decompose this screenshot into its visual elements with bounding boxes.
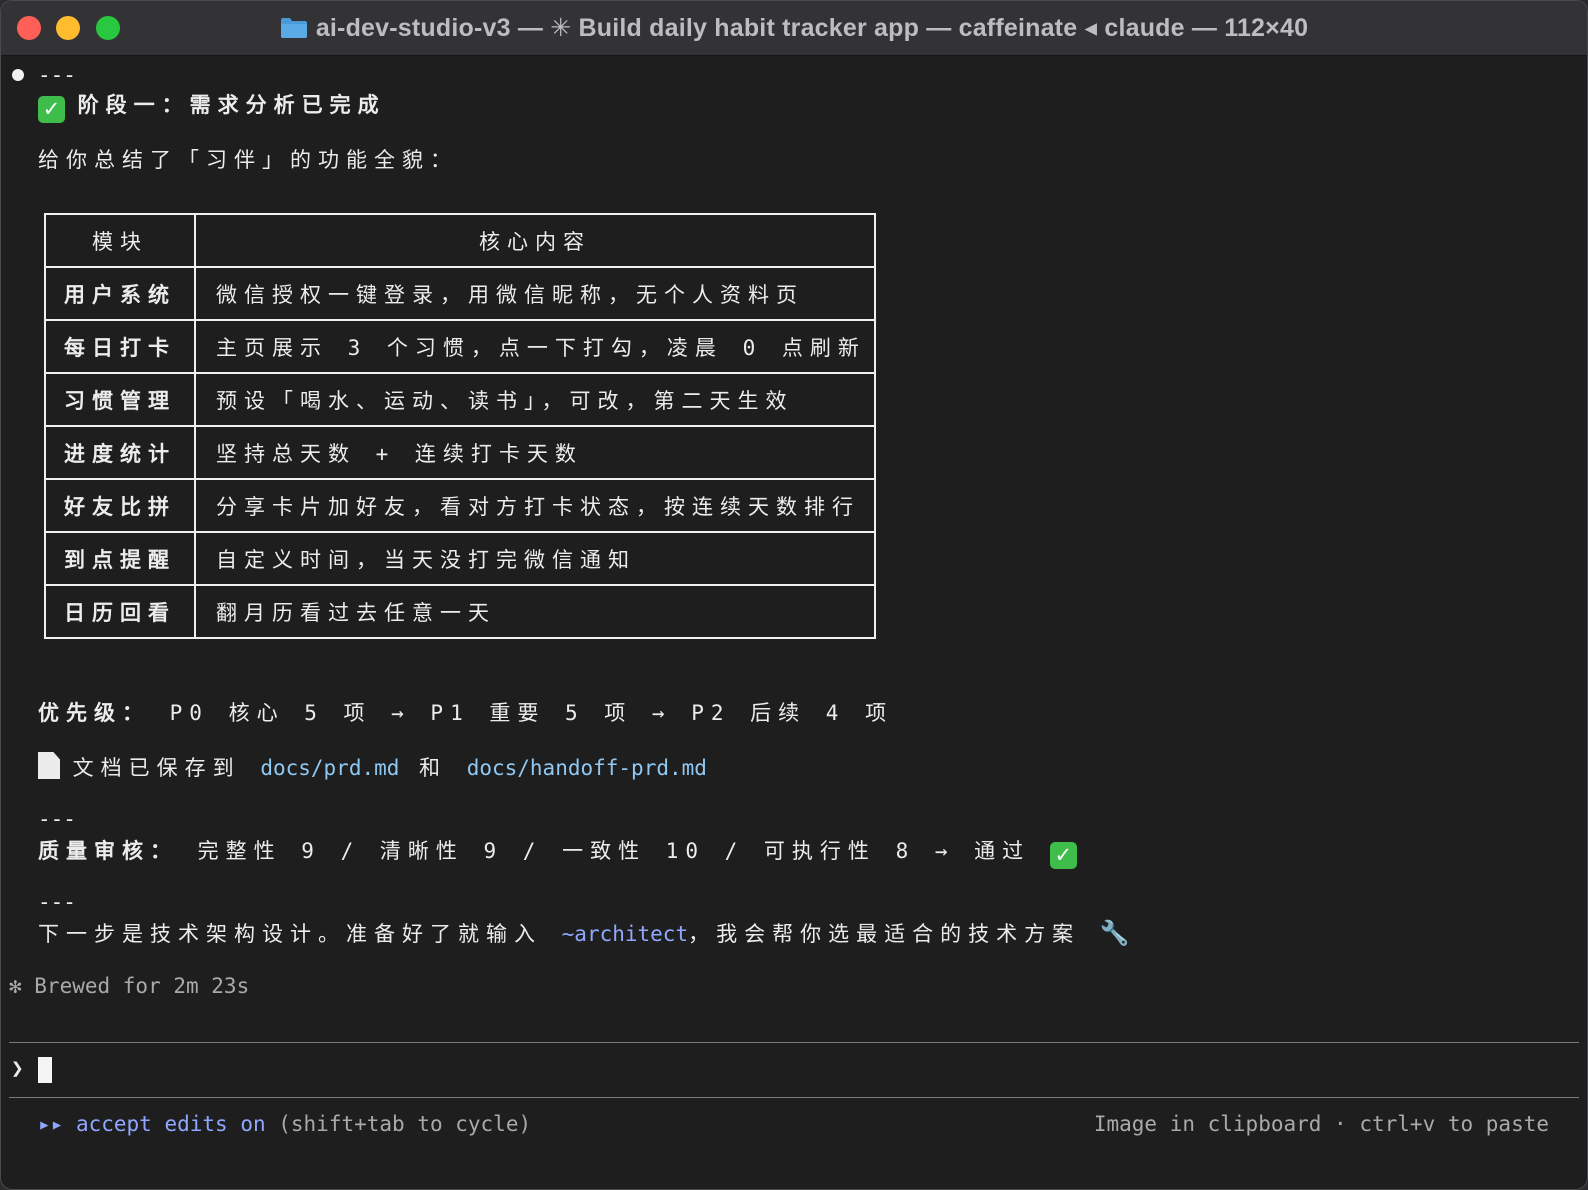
table-row: 用户系统 微信授权一键登录，用微信昵称，无个人资料页 [44, 266, 876, 321]
table-row: 好友比拼 分享卡片加好友，看对方打卡状态，按连续天数排行 [44, 478, 876, 533]
docs-prefix: 文档已保存到 [72, 756, 261, 780]
terminal-content: --- ✓ 阶段一：需求分析已完成 给你总结了「习伴」的功能全貌： 模块 核心内… [1, 56, 1587, 1189]
clipboard-hint: Image in clipboard · ctrl+v to paste [1093, 1112, 1549, 1136]
horizontal-rule: --- [38, 63, 76, 87]
mode-hint: (shift+tab to cycle) [265, 1112, 532, 1136]
summary-intro: 给你总结了「习伴」的功能全貌： [38, 148, 458, 172]
table-header-module: 模块 [44, 213, 196, 268]
prompt-top-divider [9, 1042, 1579, 1043]
mode-status: ▸▸ accept edits on (shift+tab to cycle) [38, 1112, 531, 1136]
wrench-icon: 🔧 [1099, 919, 1130, 947]
title-bar: ai-dev-studio-v3 — ✳ Build daily habit t… [1, 1, 1587, 56]
table-row: 日历回看 翻月历看过去任意一天 [44, 584, 876, 639]
prompt-input[interactable] [38, 1057, 52, 1083]
module-cell: 进度统计 [44, 425, 196, 480]
doc-link-prd[interactable]: docs/prd.md [260, 756, 399, 780]
priority-text: P0 核心 5 项 → P1 重要 5 项 → P2 后续 4 项 [150, 701, 894, 725]
module-cell: 习惯管理 [44, 372, 196, 427]
stage-title-line: ✓ 阶段一：需求分析已完成 [38, 89, 386, 123]
content-cell: 坚持总天数 + 连续打卡天数 [194, 425, 876, 480]
mode-arrows: ▸▸ [38, 1112, 64, 1136]
module-cell: 日历回看 [44, 584, 196, 639]
table-row: 每日打卡 主页展示 3 个习惯，点一下打勾，凌晨 0 点刷新 [44, 319, 876, 374]
folder-icon [280, 18, 307, 38]
next-step-line: 下一步是技术架构设计。准备好了就输入 ~architect，我会帮你选最适合的技… [38, 918, 1130, 948]
priority-line: 优先级： P0 核心 5 项 → P1 重要 5 项 → P2 后续 4 项 [38, 697, 893, 727]
doc-link-handoff[interactable]: docs/handoff-prd.md [467, 756, 707, 780]
content-cell: 预设「喝水、运动、读书」，可改，第二天生效 [194, 372, 876, 427]
architect-command[interactable]: ~architect [562, 922, 688, 946]
window-title: ai-dev-studio-v3 — ✳ Build daily habit t… [315, 14, 1309, 42]
document-icon [38, 752, 60, 779]
horizontal-rule: --- [38, 807, 76, 831]
table-row: 到点提醒 自定义时间，当天没打完微信通知 [44, 531, 876, 586]
table-row: 习惯管理 预设「喝水、运动、读书」，可改，第二天生效 [44, 372, 876, 427]
check-mark-icon: ✓ [1049, 842, 1077, 869]
content-cell: 主页展示 3 个习惯，点一下打勾，凌晨 0 点刷新 [194, 319, 876, 374]
check-mark-icon: ✓ [38, 96, 65, 123]
terminal-window: ai-dev-studio-v3 — ✳ Build daily habit t… [0, 0, 1588, 1190]
window-title-bar: ai-dev-studio-v3 — ✳ Build daily habit t… [1, 13, 1587, 43]
quality-text: 完整性 9 / 清晰性 9 / 一致性 10 / 可执行性 8 → 通过 [178, 839, 1050, 863]
module-cell: 每日打卡 [44, 319, 196, 374]
content-cell: 微信授权一键登录，用微信昵称，无个人资料页 [194, 266, 876, 321]
accept-edits-label[interactable]: accept edits on [76, 1112, 266, 1136]
module-cell: 到点提醒 [44, 531, 196, 586]
next-suffix: ，我会帮你选最适合的技术方案 [688, 922, 1100, 946]
docs-and: 和 [399, 756, 467, 780]
brewed-status: ✻ Brewed for 2m 23s [9, 974, 250, 998]
table-row: 进度统计 坚持总天数 + 连续打卡天数 [44, 425, 876, 480]
docs-line: 文档已保存到 docs/prd.md 和 docs/handoff-prd.md [38, 752, 707, 782]
table-header-row: 模块 核心内容 [44, 213, 876, 268]
next-prefix: 下一步是技术架构设计。准备好了就输入 [38, 922, 562, 946]
horizontal-rule: --- [38, 890, 76, 914]
content-cell: 分享卡片加好友，看对方打卡状态，按连续天数排行 [194, 478, 876, 533]
quality-label: 质量审核： [38, 839, 178, 863]
message-bullet [12, 69, 24, 81]
prompt-symbol: ❯ [11, 1056, 24, 1080]
content-cell: 自定义时间，当天没打完微信通知 [194, 531, 876, 586]
quality-line: 质量审核： 完整性 9 / 清晰性 9 / 一致性 10 / 可执行性 8 → … [38, 835, 1077, 869]
module-cell: 用户系统 [44, 266, 196, 321]
stage-title: 阶段一：需求分析已完成 [77, 93, 386, 117]
content-cell: 翻月历看过去任意一天 [194, 584, 876, 639]
module-cell: 好友比拼 [44, 478, 196, 533]
table-header-content: 核心内容 [194, 213, 876, 268]
feature-table: 模块 核心内容 用户系统 微信授权一键登录，用微信昵称，无个人资料页 每日打卡 主页… [44, 213, 876, 639]
priority-label: 优先级： [38, 701, 150, 725]
prompt-bottom-divider [9, 1097, 1579, 1098]
